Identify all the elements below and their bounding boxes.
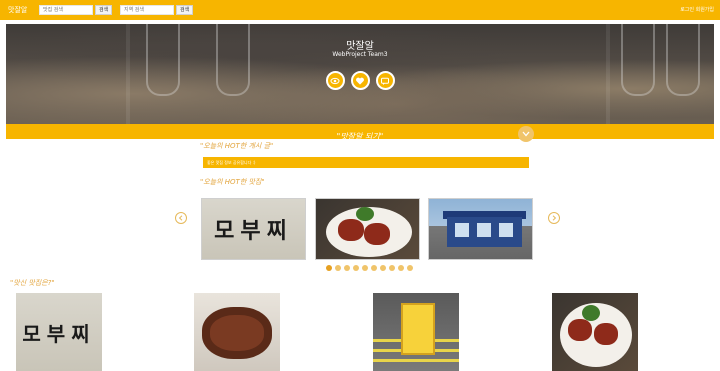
- restaurant-sign-image: 모부찌: [16, 293, 102, 371]
- menu-stand-image: [373, 293, 459, 371]
- brand-logo[interactable]: 맛잘알: [8, 5, 27, 15]
- chevron-left-icon: [178, 215, 183, 221]
- carousel-dot[interactable]: [362, 265, 368, 271]
- message-button[interactable]: [375, 71, 395, 90]
- carousel-dot[interactable]: [335, 265, 341, 271]
- hero-title: 맛잘알: [346, 41, 374, 52]
- carousel-indicators: [326, 265, 413, 271]
- carousel-dot[interactable]: [371, 265, 377, 271]
- restaurant-sign-image: 모부찌: [202, 199, 305, 259]
- chevron-right-icon: [552, 215, 557, 221]
- region-search-button[interactable]: 검색: [176, 5, 194, 15]
- carousel-prev-button[interactable]: [175, 212, 187, 224]
- food-plate-image: [316, 199, 419, 259]
- strip-title: "맛잘알 되기": [336, 132, 384, 141]
- carousel-dot[interactable]: [380, 265, 386, 271]
- gallery-item[interactable]: [373, 293, 459, 371]
- top-navigation-bar: 맛잘알 검색 검색 로그인 회원가입: [0, 0, 720, 20]
- region-search-input[interactable]: [120, 5, 174, 15]
- hero-action-buttons: [6, 71, 714, 90]
- new-places-title: "맛신 맛집은?": [10, 279, 55, 287]
- carousel-dot[interactable]: [407, 265, 413, 271]
- gallery-item[interactable]: 모부찌: [16, 293, 102, 371]
- region-search: 검색: [120, 5, 194, 15]
- restaurant-search-button[interactable]: 검색: [95, 5, 113, 15]
- restaurant-search-input[interactable]: [39, 5, 93, 15]
- gallery-item[interactable]: [194, 293, 280, 371]
- hot-places-title: "오늘의 HOT한 맛집": [200, 178, 265, 186]
- hot-post-title: "오늘의 HOT한 게시 글": [200, 142, 274, 150]
- hot-post-bar[interactable]: 좋은 맛집 정보 공유합니다 :): [203, 157, 529, 168]
- carousel-card[interactable]: 모부찌: [201, 198, 306, 260]
- scroll-down-button[interactable]: [518, 126, 534, 142]
- carousel-dot[interactable]: [389, 265, 395, 271]
- sign-lettering: 모부찌: [22, 321, 96, 346]
- hero-subtitle: WebProject Team3: [332, 51, 388, 58]
- view-button[interactable]: [325, 71, 345, 90]
- burger-image: [194, 293, 280, 371]
- eye-icon: [330, 77, 340, 84]
- carousel-dot[interactable]: [353, 265, 359, 271]
- carousel-dot[interactable]: [398, 265, 404, 271]
- section-strip: "맛잘알 되기": [6, 124, 714, 141]
- store-front-image: [429, 199, 532, 259]
- hero-banner: 맛잘알 WebProject Team3: [6, 24, 714, 124]
- carousel-next-button[interactable]: [548, 212, 560, 224]
- heart-icon: [356, 77, 364, 85]
- sign-lettering: 모부찌: [214, 218, 293, 244]
- carousel-dot[interactable]: [326, 265, 332, 271]
- carousel-dot[interactable]: [344, 265, 350, 271]
- login-signup-links[interactable]: 로그인 회원가입: [680, 6, 714, 13]
- carousel-card[interactable]: [315, 198, 420, 260]
- restaurant-search: 검색: [39, 5, 113, 15]
- food-plate-image: [552, 293, 638, 371]
- gallery-item[interactable]: [552, 293, 638, 371]
- chevron-down-icon: [522, 131, 530, 137]
- message-icon: [381, 77, 389, 85]
- carousel-card[interactable]: [428, 198, 533, 260]
- like-button[interactable]: [350, 71, 370, 90]
